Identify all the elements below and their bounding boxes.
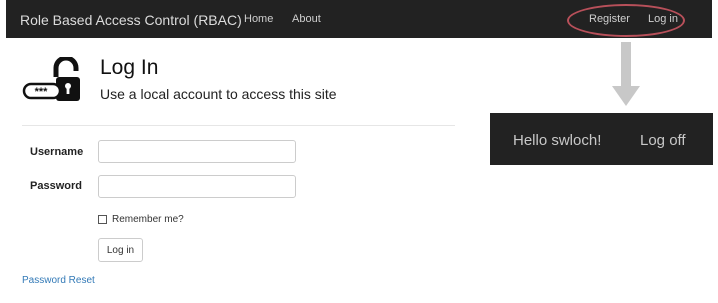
- password-field[interactable]: [98, 175, 296, 198]
- site-brand[interactable]: Role Based Access Control (RBAC): [20, 12, 242, 28]
- username-label: Username: [30, 146, 84, 158]
- nav-login-link[interactable]: Log in: [648, 13, 678, 25]
- padlock-password-icon: ***: [22, 57, 80, 101]
- username-field[interactable]: [98, 140, 296, 163]
- checkbox-box[interactable]: [98, 214, 107, 224]
- remember-me-label[interactable]: Remember me?: [112, 214, 184, 225]
- remember-me-checkbox[interactable]: Remember me?: [98, 212, 184, 226]
- nav-register-link[interactable]: Register: [589, 13, 630, 25]
- nav-about-link[interactable]: About: [292, 13, 321, 25]
- nav-home-link[interactable]: Home: [244, 13, 273, 25]
- top-navbar: Role Based Access Control (RBAC) Home Ab…: [6, 0, 712, 38]
- log-in-button[interactable]: Log in: [98, 238, 143, 262]
- logged-in-navbar-preview: Hello swloch! Log off: [490, 113, 713, 165]
- password-label: Password: [30, 180, 82, 192]
- page-subtitle: Use a local account to access this site: [100, 86, 337, 102]
- page-title: Log In: [100, 56, 159, 79]
- down-arrow-icon: [612, 42, 640, 106]
- log-off-link[interactable]: Log off: [640, 132, 686, 149]
- hello-user-link[interactable]: Hello swloch!: [513, 132, 601, 149]
- divider: [22, 125, 455, 126]
- password-mask-text: ***: [35, 86, 49, 98]
- password-reset-link[interactable]: Password Reset: [22, 275, 95, 286]
